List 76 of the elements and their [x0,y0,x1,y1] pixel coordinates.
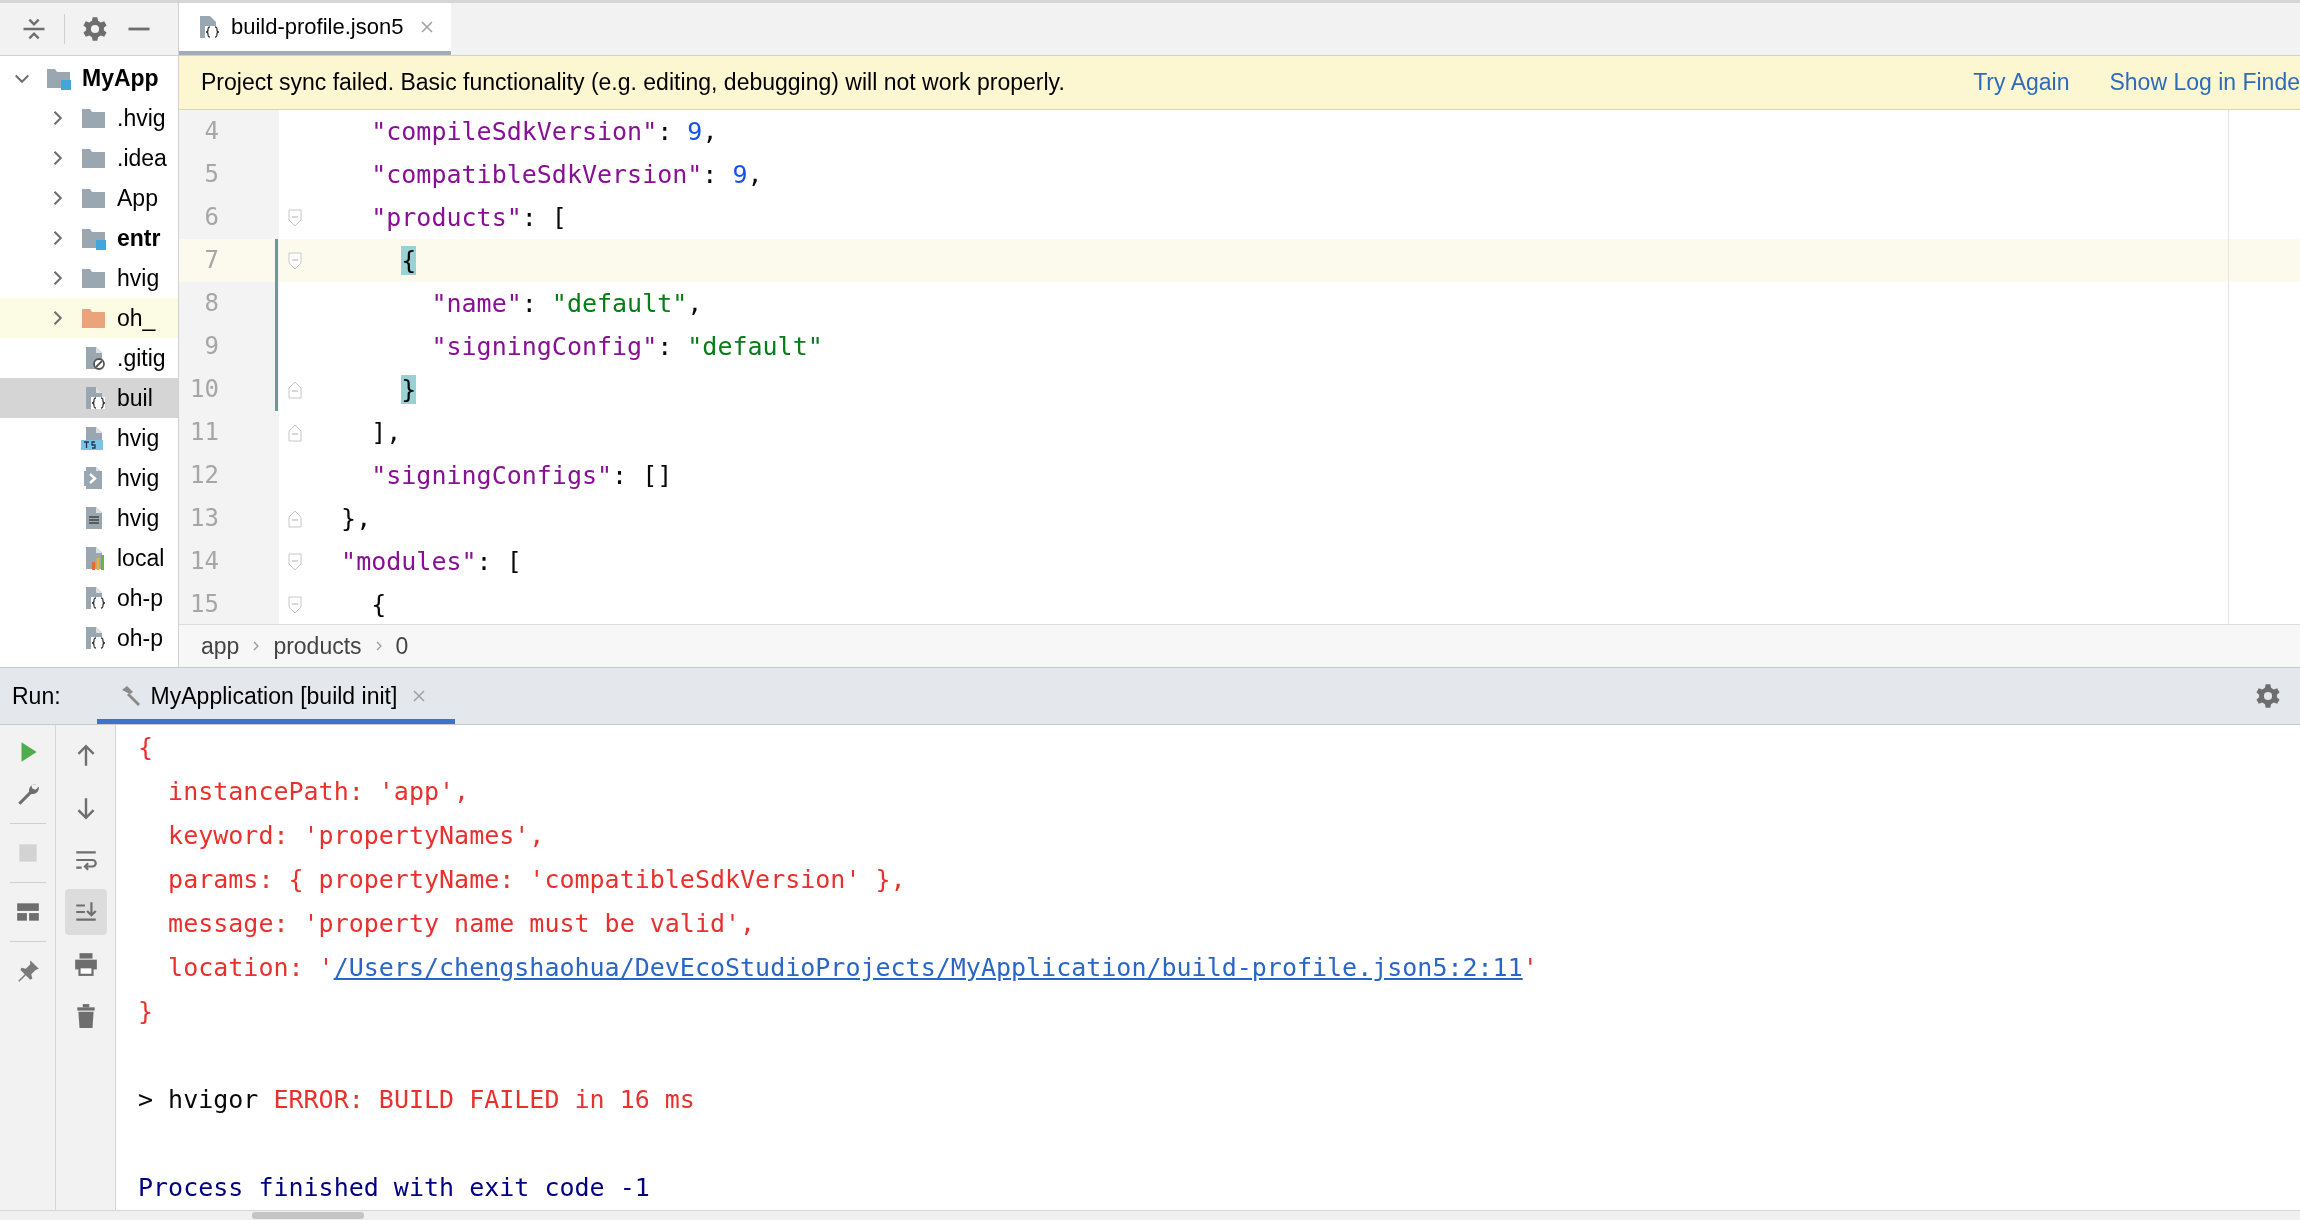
code-line: "name": "default", [430,289,703,318]
line-number: 4 [179,110,275,153]
breadcrumb[interactable]: 0 [395,632,409,660]
fold-marker-icon[interactable] [288,595,302,614]
code-line: ], [370,418,402,447]
fold-marker-icon[interactable] [288,251,302,270]
scrollbar[interactable] [252,1212,364,1219]
code-line: }, [340,504,372,533]
fold-marker-icon[interactable] [288,509,302,528]
tree-item[interactable]: oh-p [0,618,178,658]
tree-item[interactable]: hvig [0,498,178,538]
tree-item[interactable]: .gitig [0,338,178,378]
code-line: "modules": [ [340,547,522,576]
code-line: "signingConfigs": [] [370,461,673,490]
print-icon[interactable] [72,951,99,977]
fold-marker-icon[interactable] [288,380,302,399]
tree-item[interactable]: .idea [0,138,178,178]
line-number: 5 [179,153,275,196]
tree-item[interactable]: MyApp [0,58,178,98]
tree-item[interactable]: App [0,178,178,218]
code-line: "products": [ [370,203,567,232]
line-number: 10 [179,368,275,411]
tree-item[interactable]: oh_ [0,298,178,338]
banner-link[interactable]: Try Again [1973,69,2070,96]
console-text: > hvigor [138,1084,260,1114]
line-number: 12 [179,454,275,497]
run-label: Run: [12,682,61,710]
line-number: 14 [179,540,275,583]
settings-icon[interactable] [2254,682,2282,710]
console-text: instancePath: 'app', [167,776,470,806]
line-number: 15 [179,583,275,624]
tree-item[interactable]: hvig [0,458,178,498]
fold-marker-icon[interactable] [288,552,302,571]
code-line: "signingConfig": "default" [430,332,823,361]
tree-item[interactable]: buil [0,378,178,418]
module-folder-icon [81,226,107,250]
folder-icon [81,146,107,170]
code-line: "compileSdkVersion": 9, [370,117,718,146]
console-text: { [138,732,154,762]
settings-icon[interactable] [81,15,109,43]
line-number: 9 [179,325,275,368]
console-text: location: ' [167,952,334,982]
editor-tab[interactable]: build-profile.json5 [179,3,452,55]
console-text: keyword: 'propertyNames', [167,820,545,850]
banner-link[interactable]: Show Log in Finde [2109,69,2300,96]
tree-item[interactable]: local [0,538,178,578]
tree-item[interactable]: hvig [0,418,178,458]
console-text: } [138,996,154,1026]
line-number: 11 [179,411,275,454]
folder-icon [81,106,107,130]
line-number: 8 [179,282,275,325]
console-text: message: 'property name must be valid', [167,908,756,938]
line-number: 6 [179,196,275,239]
breadcrumb[interactable]: app [201,632,240,660]
tree-item[interactable]: entr [0,218,178,258]
close-icon[interactable] [419,19,436,35]
breadcrumb[interactable]: products [273,632,362,660]
fold-marker-icon[interactable] [288,423,302,442]
console-text: ERROR: BUILD FAILED in 16 ms [273,1084,695,1114]
folder-icon [81,266,107,290]
folder-icon [81,306,107,330]
console-text: Process finished with exit code -1 [138,1172,650,1202]
tree-item[interactable]: .hvig [0,98,178,138]
folder-icon [81,186,107,210]
run-tab[interactable]: MyApplication [build init] [96,668,456,724]
line-number: 13 [179,497,275,540]
console-text: params: { propertyName: 'compatibleSdkVersion' }, [167,864,906,894]
console-text: ' [1522,952,1538,982]
module-folder-icon [46,66,72,90]
banner-message: Project sync failed. Basic functionality (e.g. editing, debugging) will not work properly. [201,69,1066,96]
tree-item[interactable]: hvig [0,258,178,298]
tree-item[interactable]: oh-p [0,578,178,618]
file-link[interactable]: /Users/chengshaohua/DevEcoStudioProjects/MyApplication/build-profile.json5:2:11 [333,952,1523,982]
fold-marker-icon[interactable] [288,208,302,227]
code-line: "compatibleSdkVersion": 9, [370,160,763,189]
code-line: { [370,590,387,619]
